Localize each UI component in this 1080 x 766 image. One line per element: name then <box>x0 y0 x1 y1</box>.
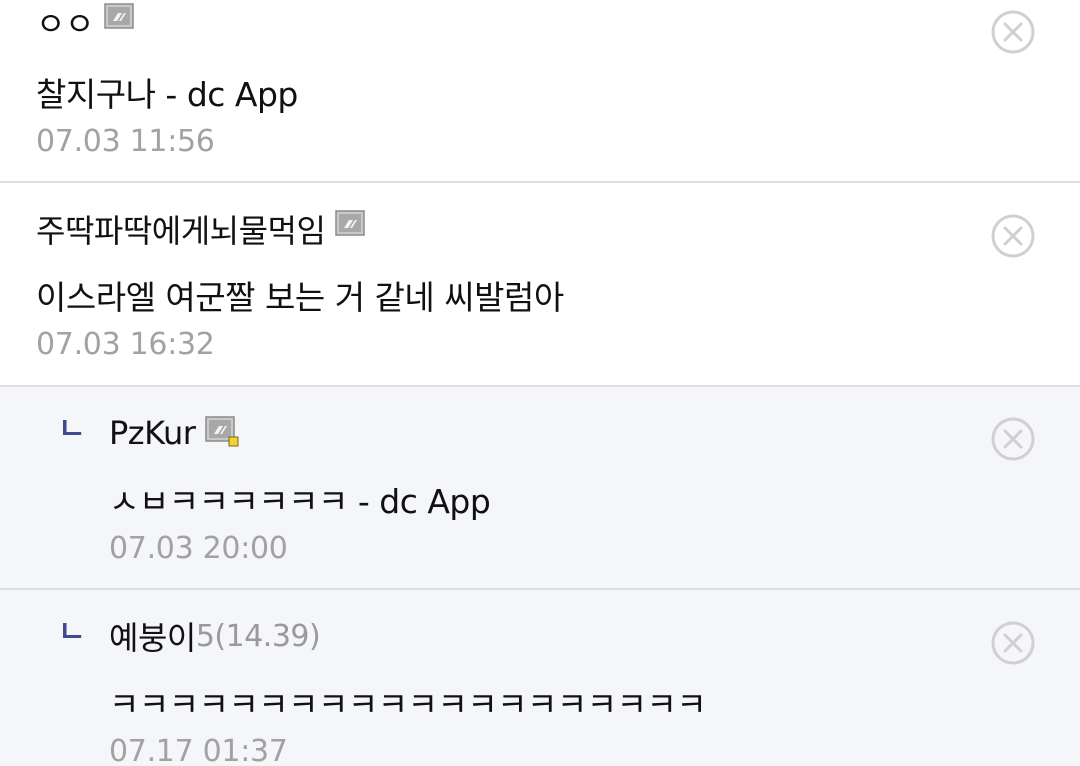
comment-author[interactable]: PzKur <box>109 414 196 452</box>
comment-list: ㅇㅇ 찰지구나 - dc App 07.03 11:56 주딱파딱에게뇌물먹임 <box>0 0 1080 766</box>
comment-date: 07.03 20:00 <box>109 531 288 566</box>
comment-text: ㅋㅋㅋㅋㅋㅋㅋㅋㅋㅋㅋㅋㅋㅋㅋㅋㅋㅋㅋㅋ <box>109 685 707 724</box>
close-circle-icon <box>991 10 1035 54</box>
close-circle-icon <box>991 417 1035 461</box>
delete-comment-button[interactable] <box>991 10 1035 54</box>
comment-date: 07.03 11:56 <box>36 124 215 159</box>
comment-author[interactable]: 예붕이 <box>109 613 196 659</box>
comment-text: 찰지구나 - dc App <box>36 75 298 114</box>
reply-arrow-icon: ㄴ <box>58 615 86 650</box>
comment-author-line: PzKur <box>109 411 241 455</box>
gallog-icon[interactable] <box>104 3 134 29</box>
comment-author-line: 예붕이 5(14.39) <box>109 613 321 659</box>
delete-comment-button[interactable] <box>991 417 1035 461</box>
gallog-fixed-icon[interactable] <box>205 416 241 447</box>
comment-author-line: 주딱파딱에게뇌물먹임 <box>36 206 366 252</box>
delete-comment-button[interactable] <box>991 621 1035 665</box>
reply-item: ㄴ PzKur ㅅㅂㅋㅋㅋㅋㅋㅋ - dc App 07.03 20:00 <box>0 387 1080 589</box>
gallog-icon[interactable] <box>335 210 366 236</box>
close-circle-icon <box>991 214 1035 258</box>
comment-author[interactable]: 주딱파딱에게뇌물먹임 <box>36 206 326 252</box>
comment-date: 07.17 01:37 <box>109 734 288 766</box>
comment-author-ip: 5(14.39) <box>195 618 321 654</box>
comment-author-line: ㅇㅇ <box>36 0 134 45</box>
comment-text: 이스라엘 여군짤 보는 거 같네 씨발럼아 <box>36 278 564 317</box>
comment-item: ㅇㅇ 찰지구나 - dc App 07.03 11:56 <box>0 0 1080 182</box>
reply-arrow-icon: ㄴ <box>58 412 86 447</box>
comment-item: 주딱파딱에게뇌물먹임 이스라엘 여군짤 보는 거 같네 씨발럼아 07.03 1… <box>0 183 1080 386</box>
close-circle-icon <box>991 621 1035 665</box>
comment-text: ㅅㅂㅋㅋㅋㅋㅋㅋ - dc App <box>109 482 491 521</box>
reply-item: ㄴ 예붕이 5(14.39) ㅋㅋㅋㅋㅋㅋㅋㅋㅋㅋㅋㅋㅋㅋㅋㅋㅋㅋㅋㅋ 07.1… <box>0 590 1080 766</box>
delete-comment-button[interactable] <box>991 214 1035 258</box>
comment-author[interactable]: ㅇㅇ <box>36 0 94 45</box>
comment-date: 07.03 16:32 <box>36 327 215 362</box>
